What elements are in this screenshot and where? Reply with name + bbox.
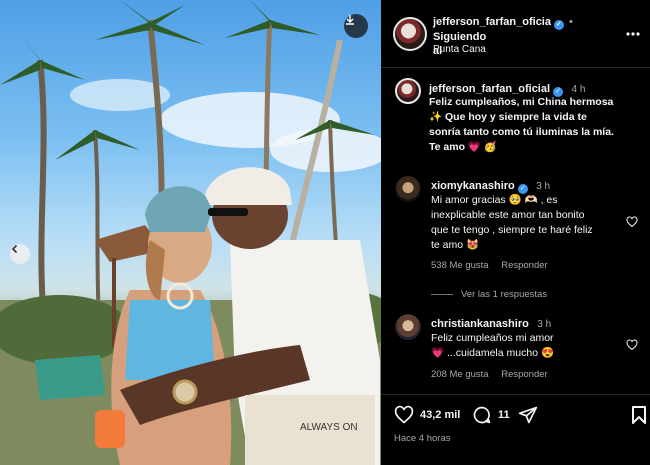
follow-separator: • xyxy=(569,16,573,28)
view-replies-label: Ver las 1 respuestas xyxy=(461,289,548,300)
comment-line: inexplicable este amor tan bonito xyxy=(431,209,585,221)
download-button[interactable] xyxy=(344,14,368,38)
following-button[interactable]: Siguiendo xyxy=(433,31,486,43)
caption-line: sonría tanto como tú iluminas la mía. xyxy=(429,126,614,138)
commenter-username[interactable]: christiankanashiro xyxy=(431,318,529,330)
caption-time: 4 h xyxy=(571,84,586,95)
post-timestamp: Hace 4 horas xyxy=(394,433,451,444)
previous-photo-button[interactable] xyxy=(10,244,30,264)
more-horizontal-icon xyxy=(626,32,640,36)
comment-bubble-icon[interactable] xyxy=(472,405,492,425)
commenter-avatar[interactable] xyxy=(395,176,421,202)
commenter-username[interactable]: xiomykanashiro xyxy=(431,180,515,192)
more-options-button[interactable] xyxy=(626,23,640,41)
comment-item: xiomykanashiro ✓ 3 h Mi amor gracias 🥺 🫶🏻… xyxy=(381,176,650,286)
commenter-avatar[interactable] xyxy=(395,314,421,340)
post-photo[interactable]: ALWAYS ON xyxy=(0,0,381,465)
caption-line: Te amo 💗 🥳 xyxy=(429,141,497,153)
download-icon xyxy=(346,15,354,25)
verified-badge-icon: ✓ xyxy=(553,20,564,30)
like-heart-icon[interactable] xyxy=(394,405,414,425)
beach-scene: ALWAYS ON xyxy=(0,0,381,465)
like-comment-heart-icon[interactable] xyxy=(626,339,638,351)
comment-line: te amo 😻 xyxy=(431,239,480,251)
caption-line: ✨ Que hoy y siempre la vida te xyxy=(429,111,587,123)
comment-line: Feliz cumpleaños mi amor xyxy=(431,332,554,344)
comment-line: que te tengo , siempre te haré feliz xyxy=(431,224,593,236)
comments-count[interactable]: 11 xyxy=(498,409,510,421)
comment-line: 💗 ...cuidamela mucho 😍 xyxy=(431,347,555,359)
post-actions: 43,2 mil 11 Hace 4 horas xyxy=(381,394,650,465)
like-comment-heart-icon[interactable] xyxy=(626,216,638,228)
comment-meta: 538 Me gusta Responder xyxy=(431,260,548,271)
caption-avatar[interactable] xyxy=(395,78,421,104)
comment-item: christiankanashiro 3 h Feliz cumpleaños … xyxy=(381,314,650,389)
comment-text: Mi amor gracias 🥺 🫶🏻 , es inexplicable e… xyxy=(431,193,621,253)
share-send-icon[interactable] xyxy=(518,405,538,425)
reply-button[interactable]: Responder xyxy=(501,369,547,380)
author-username: jefferson_farfan_oficia xyxy=(433,16,551,28)
comment-time: 3 h xyxy=(537,319,552,330)
post-header: jefferson_farfan_oficia ✓ • Siguiendo al … xyxy=(381,0,650,68)
caption-line: Feliz cumpleaños, mi China hermosa xyxy=(429,96,614,108)
caption-text: Feliz cumpleaños, mi China hermosa ✨ Que… xyxy=(429,95,644,155)
comment-line: Mi amor gracias 🥺 🫶🏻 , es xyxy=(431,194,558,206)
view-replies-button[interactable]: Ver las 1 respuestas xyxy=(431,289,547,300)
post-side-panel: jefferson_farfan_oficia ✓ • Siguiendo al … xyxy=(381,0,650,465)
comment-time: 3 h xyxy=(536,181,551,192)
chevron-left-icon xyxy=(11,244,18,254)
comment-text: Feliz cumpleaños mi amor 💗 ...cuidamela … xyxy=(431,331,621,361)
reply-button[interactable]: Responder xyxy=(501,260,547,271)
comment-likes[interactable]: 538 Me gusta xyxy=(431,260,489,271)
bookmark-icon[interactable] xyxy=(631,405,647,425)
cap-text: ALWAYS ON xyxy=(300,422,358,433)
comment-meta: 208 Me gusta Responder xyxy=(431,369,548,380)
caption-username[interactable]: jefferson_farfan_oficial xyxy=(429,83,550,95)
likes-count[interactable]: 43,2 mil xyxy=(420,409,460,421)
replies-divider xyxy=(431,294,453,295)
author-avatar[interactable] xyxy=(393,17,427,51)
comment-likes[interactable]: 208 Me gusta xyxy=(431,369,489,380)
post-location[interactable]: Punta Cana xyxy=(433,44,486,55)
